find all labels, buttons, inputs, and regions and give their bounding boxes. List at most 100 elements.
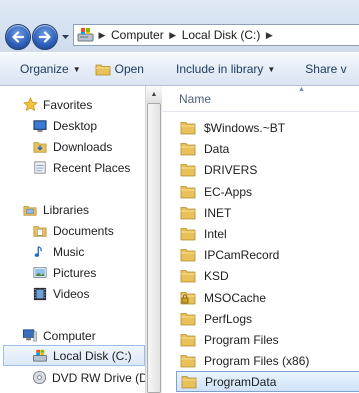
file-row[interactable]: ProgramData [176, 371, 359, 392]
arrow-left-icon [12, 31, 25, 43]
file-row-label: PerfLogs [204, 311, 253, 326]
folder-icon [180, 227, 196, 240]
file-list-pane: Name ▲ $Windows.~BT Data DRIVERS EC-Apps INE… [162, 86, 359, 393]
locked-folder-icon [180, 291, 196, 304]
folder-icon [181, 375, 197, 388]
nav-item-pictures[interactable]: Pictures [0, 262, 145, 283]
nav-item-label: Documents [53, 223, 114, 238]
film-strip-icon [32, 286, 48, 302]
folder-icon [180, 121, 196, 134]
file-row-label: EC-Apps [204, 184, 253, 199]
file-row[interactable]: Program Files [176, 329, 359, 350]
recent-places-icon [32, 160, 48, 176]
folder-icon [180, 354, 196, 367]
folder-icon [180, 163, 196, 176]
scroll-up-arrow-icon[interactable]: ▲ [146, 86, 162, 103]
file-row[interactable]: EC-Apps [176, 181, 359, 202]
nav-item-downloads[interactable]: Downloads [0, 136, 145, 157]
breadcrumb-separator-icon[interactable]: ▶ [95, 30, 109, 41]
file-row-label: Intel [204, 226, 227, 241]
column-header-name[interactable]: Name ▲ [162, 86, 359, 112]
organize-label: Organize [20, 62, 69, 76]
file-row-label: INET [204, 205, 232, 220]
include-in-library-button[interactable]: Include in library ▼ [154, 62, 285, 76]
nav-item-dvd-drive[interactable]: DVD RW Drive (D [0, 367, 145, 388]
nav-item-label: Local Disk (C:) [53, 348, 132, 363]
folder-icon [180, 269, 196, 282]
file-row[interactable]: IPCamRecord [176, 244, 359, 265]
nav-item-label: Music [53, 244, 85, 259]
nav-computer-label: Computer [43, 328, 96, 343]
file-row-label: KSD [204, 268, 229, 283]
column-name-label: Name [179, 92, 212, 106]
nav-favorites[interactable]: Favorites [0, 94, 145, 115]
organize-button[interactable]: Organize ▼ [0, 62, 91, 76]
file-row[interactable]: Intel [176, 223, 359, 244]
folder-icon [180, 312, 196, 325]
nav-favorites-label: Favorites [43, 97, 93, 112]
file-row[interactable]: MSOCache [176, 287, 359, 308]
scrollbar-thumb[interactable] [147, 103, 161, 393]
nav-libraries[interactable]: Libraries [0, 199, 145, 220]
recent-pages-dropdown-icon[interactable] [61, 33, 70, 41]
navigation-pane: Favorites Desktop Downloads Recent Place… [0, 86, 145, 393]
breadcrumb-local-disk[interactable]: Local Disk (C:) [180, 28, 263, 42]
command-bar: Organize ▼ Open Include in library ▼ Sha… [0, 52, 359, 86]
include-in-library-label: Include in library [175, 62, 264, 76]
nav-item-music[interactable]: Music [0, 241, 145, 262]
libraries-icon [22, 202, 38, 218]
drive-icon [32, 348, 48, 364]
desktop-icon [32, 118, 48, 134]
file-row-label: $Windows.~BT [204, 120, 286, 135]
file-row[interactable]: KSD [176, 265, 359, 286]
nav-pane-scrollbar[interactable]: ▲ [145, 86, 162, 393]
file-row-label: ProgramData [205, 374, 277, 389]
folder-icon [180, 206, 196, 219]
share-with-label: Share v [305, 62, 347, 76]
open-label: Open [114, 62, 144, 76]
breadcrumb-separator-icon[interactable]: ▶ [262, 30, 276, 41]
folder-icon [180, 333, 196, 346]
music-note-icon [32, 244, 48, 260]
nav-item-label: Downloads [53, 139, 113, 154]
address-box[interactable]: ▶ Computer ▶ Local Disk (C:) ▶ [73, 24, 359, 46]
pictures-icon [32, 265, 48, 281]
file-row[interactable]: Program Files (x86) [176, 350, 359, 371]
forward-button[interactable] [32, 24, 58, 50]
nav-item-desktop[interactable]: Desktop [0, 115, 145, 136]
open-button[interactable]: Open [91, 62, 154, 76]
file-row-label: DRIVERS [204, 162, 258, 177]
documents-icon [32, 223, 48, 239]
file-row-label: Program Files (x86) [204, 353, 310, 368]
file-row[interactable]: DRIVERS [176, 159, 359, 180]
back-button[interactable] [5, 24, 31, 50]
nav-item-recent-places[interactable]: Recent Places [0, 157, 145, 178]
downloads-folder-icon [32, 139, 48, 155]
folder-icon [180, 142, 196, 155]
nav-item-label: Recent Places [53, 160, 131, 175]
open-folder-icon [95, 64, 111, 76]
file-row[interactable]: INET [176, 202, 359, 223]
nav-item-label: Videos [53, 286, 90, 301]
folder-icon [180, 185, 196, 198]
file-row[interactable]: $Windows.~BT [176, 117, 359, 138]
file-row[interactable]: Data [176, 138, 359, 159]
file-row[interactable]: PerfLogs [176, 308, 359, 329]
nav-item-local-disk-c[interactable]: Local Disk (C:) [3, 345, 145, 366]
file-row-label: Data [204, 141, 230, 156]
nav-item-documents[interactable]: Documents [0, 220, 145, 241]
nav-item-label: Desktop [53, 118, 98, 133]
dvd-drive-icon [32, 370, 47, 386]
breadcrumb-separator-icon[interactable]: ▶ [166, 30, 180, 41]
share-with-button[interactable]: Share v [285, 62, 356, 76]
file-row-label: IPCamRecord [204, 247, 280, 262]
computer-icon [22, 328, 38, 344]
breadcrumb-computer[interactable]: Computer [109, 28, 166, 42]
nav-libraries-label: Libraries [43, 202, 90, 217]
nav-item-videos[interactable]: Videos [0, 283, 145, 304]
file-row-label: Program Files [204, 332, 279, 347]
nav-computer[interactable]: Computer [0, 325, 145, 346]
chevron-down-icon: ▼ [267, 64, 276, 74]
address-row: ▶ Computer ▶ Local Disk (C:) ▶ [0, 0, 359, 52]
chevron-down-icon: ▼ [72, 64, 81, 74]
